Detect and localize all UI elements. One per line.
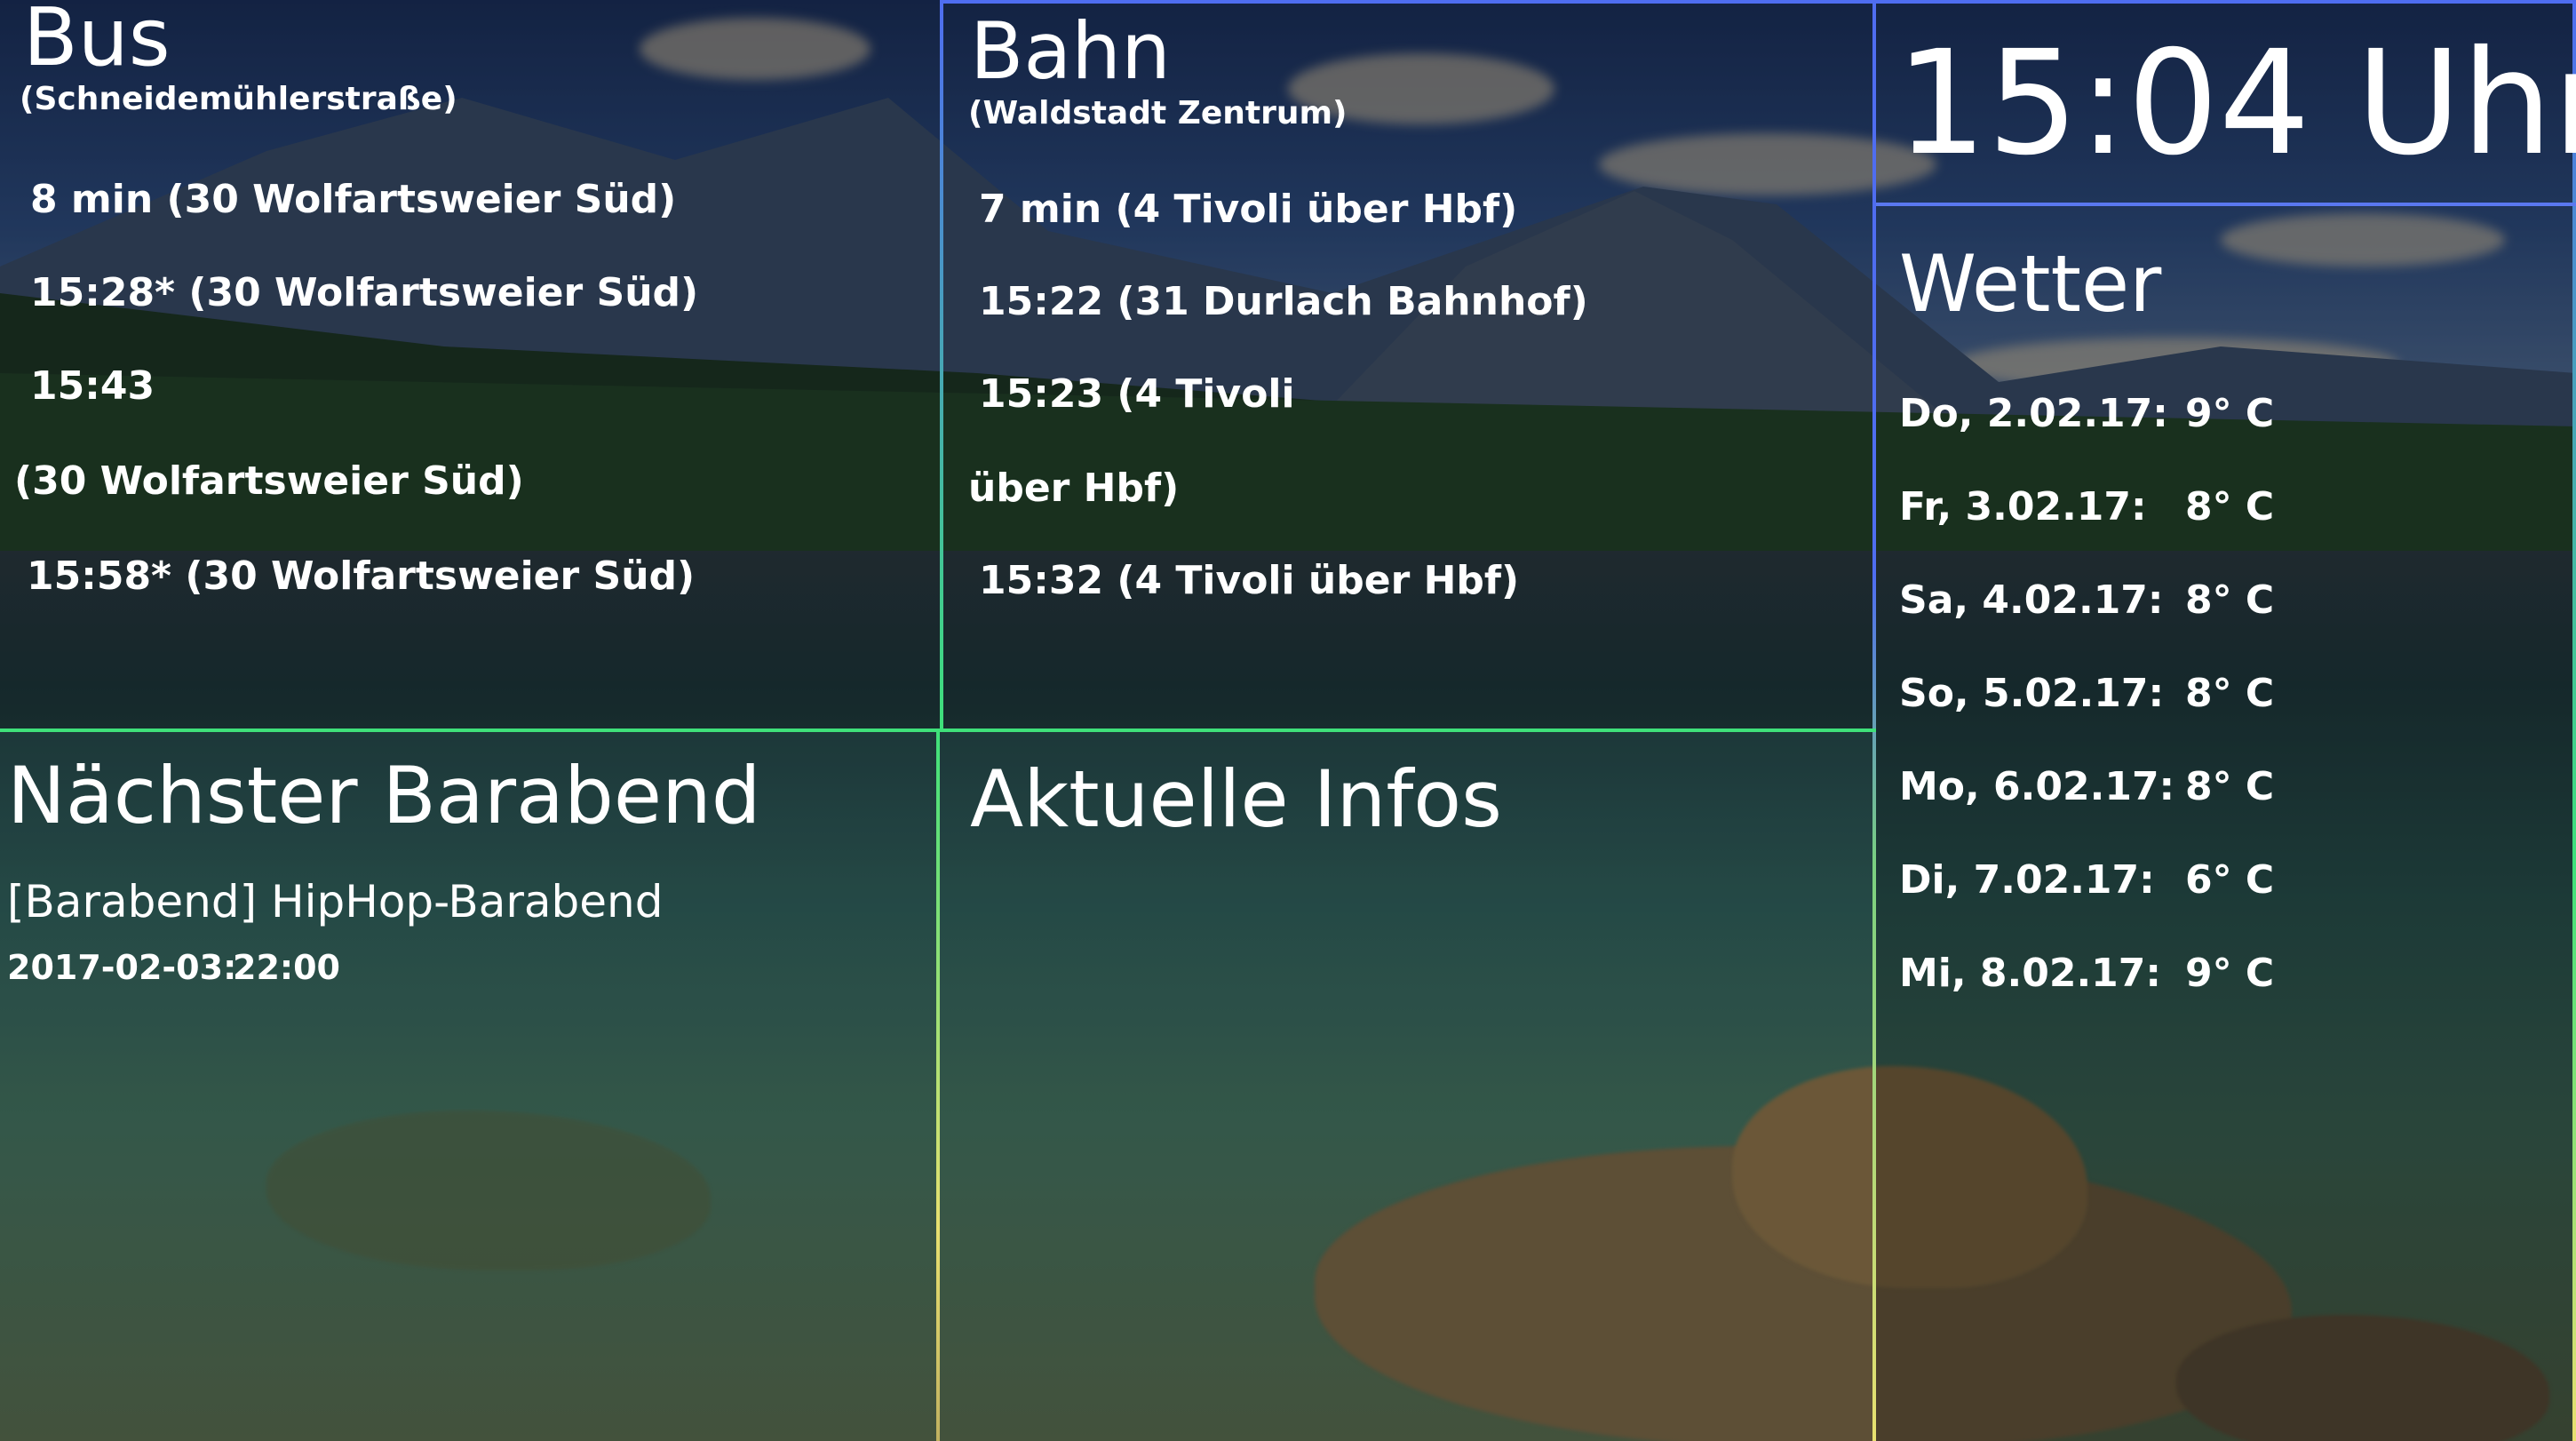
barabend-title: Nächster Barabend — [7, 750, 761, 841]
divider — [2572, 0, 2576, 1441]
bus-departure: (30 Wolfartsweier Süd) — [14, 458, 524, 504]
bahn-departure: über Hbf) — [968, 466, 1180, 511]
divider — [1876, 0, 2576, 4]
bahn-departure: 15:22 (31 Durlach Bahnhof) — [979, 279, 1588, 324]
weather-day: Di, 7.02.17: — [1899, 857, 2155, 903]
bus-title: Bus — [23, 0, 171, 84]
weather-day: Mo, 6.02.17: — [1899, 764, 2175, 809]
divider — [1872, 0, 1876, 1441]
bus-departure: 8 min (30 Wolfartsweier Süd) — [30, 177, 677, 222]
bahn-stop-name: (Waldstadt Zentrum) — [968, 95, 1348, 131]
weather-day: Sa, 4.02.17: — [1899, 577, 2164, 623]
weather-temp: 9° C — [2185, 951, 2275, 996]
divider — [943, 0, 1874, 4]
bahn-departure: 15:23 (4 Tivoli — [979, 371, 1295, 417]
weather-temp: 9° C — [2185, 391, 2275, 436]
bus-stop-name: (Schneidemühlerstraße) — [20, 81, 457, 117]
weather-temp: 8° C — [2185, 764, 2275, 809]
bus-departure: 15:28* (30 Wolfartsweier Süd) — [30, 270, 699, 315]
weather-temp: 8° C — [2185, 484, 2275, 529]
clock-time: 15:04 Uhr — [1896, 20, 2576, 187]
weather-day: Mi, 8.02.17: — [1899, 951, 2162, 996]
divider — [1876, 203, 2576, 206]
bahn-departure: 7 min (4 Tivoli über Hbf) — [979, 187, 1518, 232]
weather-day: So, 5.02.17: — [1899, 671, 2165, 716]
weather-title: Wetter — [1899, 238, 2162, 330]
barabend-time: 22:00 — [233, 948, 340, 987]
divider — [936, 732, 940, 1441]
weather-day: Fr, 3.02.17: — [1899, 484, 2147, 529]
bahn-departure: 15:32 (4 Tivoli über Hbf) — [979, 558, 1520, 603]
divider — [940, 0, 943, 728]
weather-temp: 6° C — [2185, 857, 2275, 903]
bus-departure: 15:43 — [30, 363, 155, 409]
infos-title: Aktuelle Infos — [970, 753, 1502, 845]
weather-temp: 8° C — [2185, 671, 2275, 716]
divider — [0, 728, 1876, 732]
barabend-event: [Barabend] HipHop-Barabend — [7, 876, 664, 927]
barabend-date: 2017-02-03: — [7, 948, 237, 987]
weather-temp: 8° C — [2185, 577, 2275, 623]
bus-departure: 15:58* (30 Wolfartsweier Süd) — [27, 553, 696, 599]
bahn-title: Bahn — [970, 5, 1171, 97]
weather-day: Do, 2.02.17: — [1899, 391, 2168, 436]
